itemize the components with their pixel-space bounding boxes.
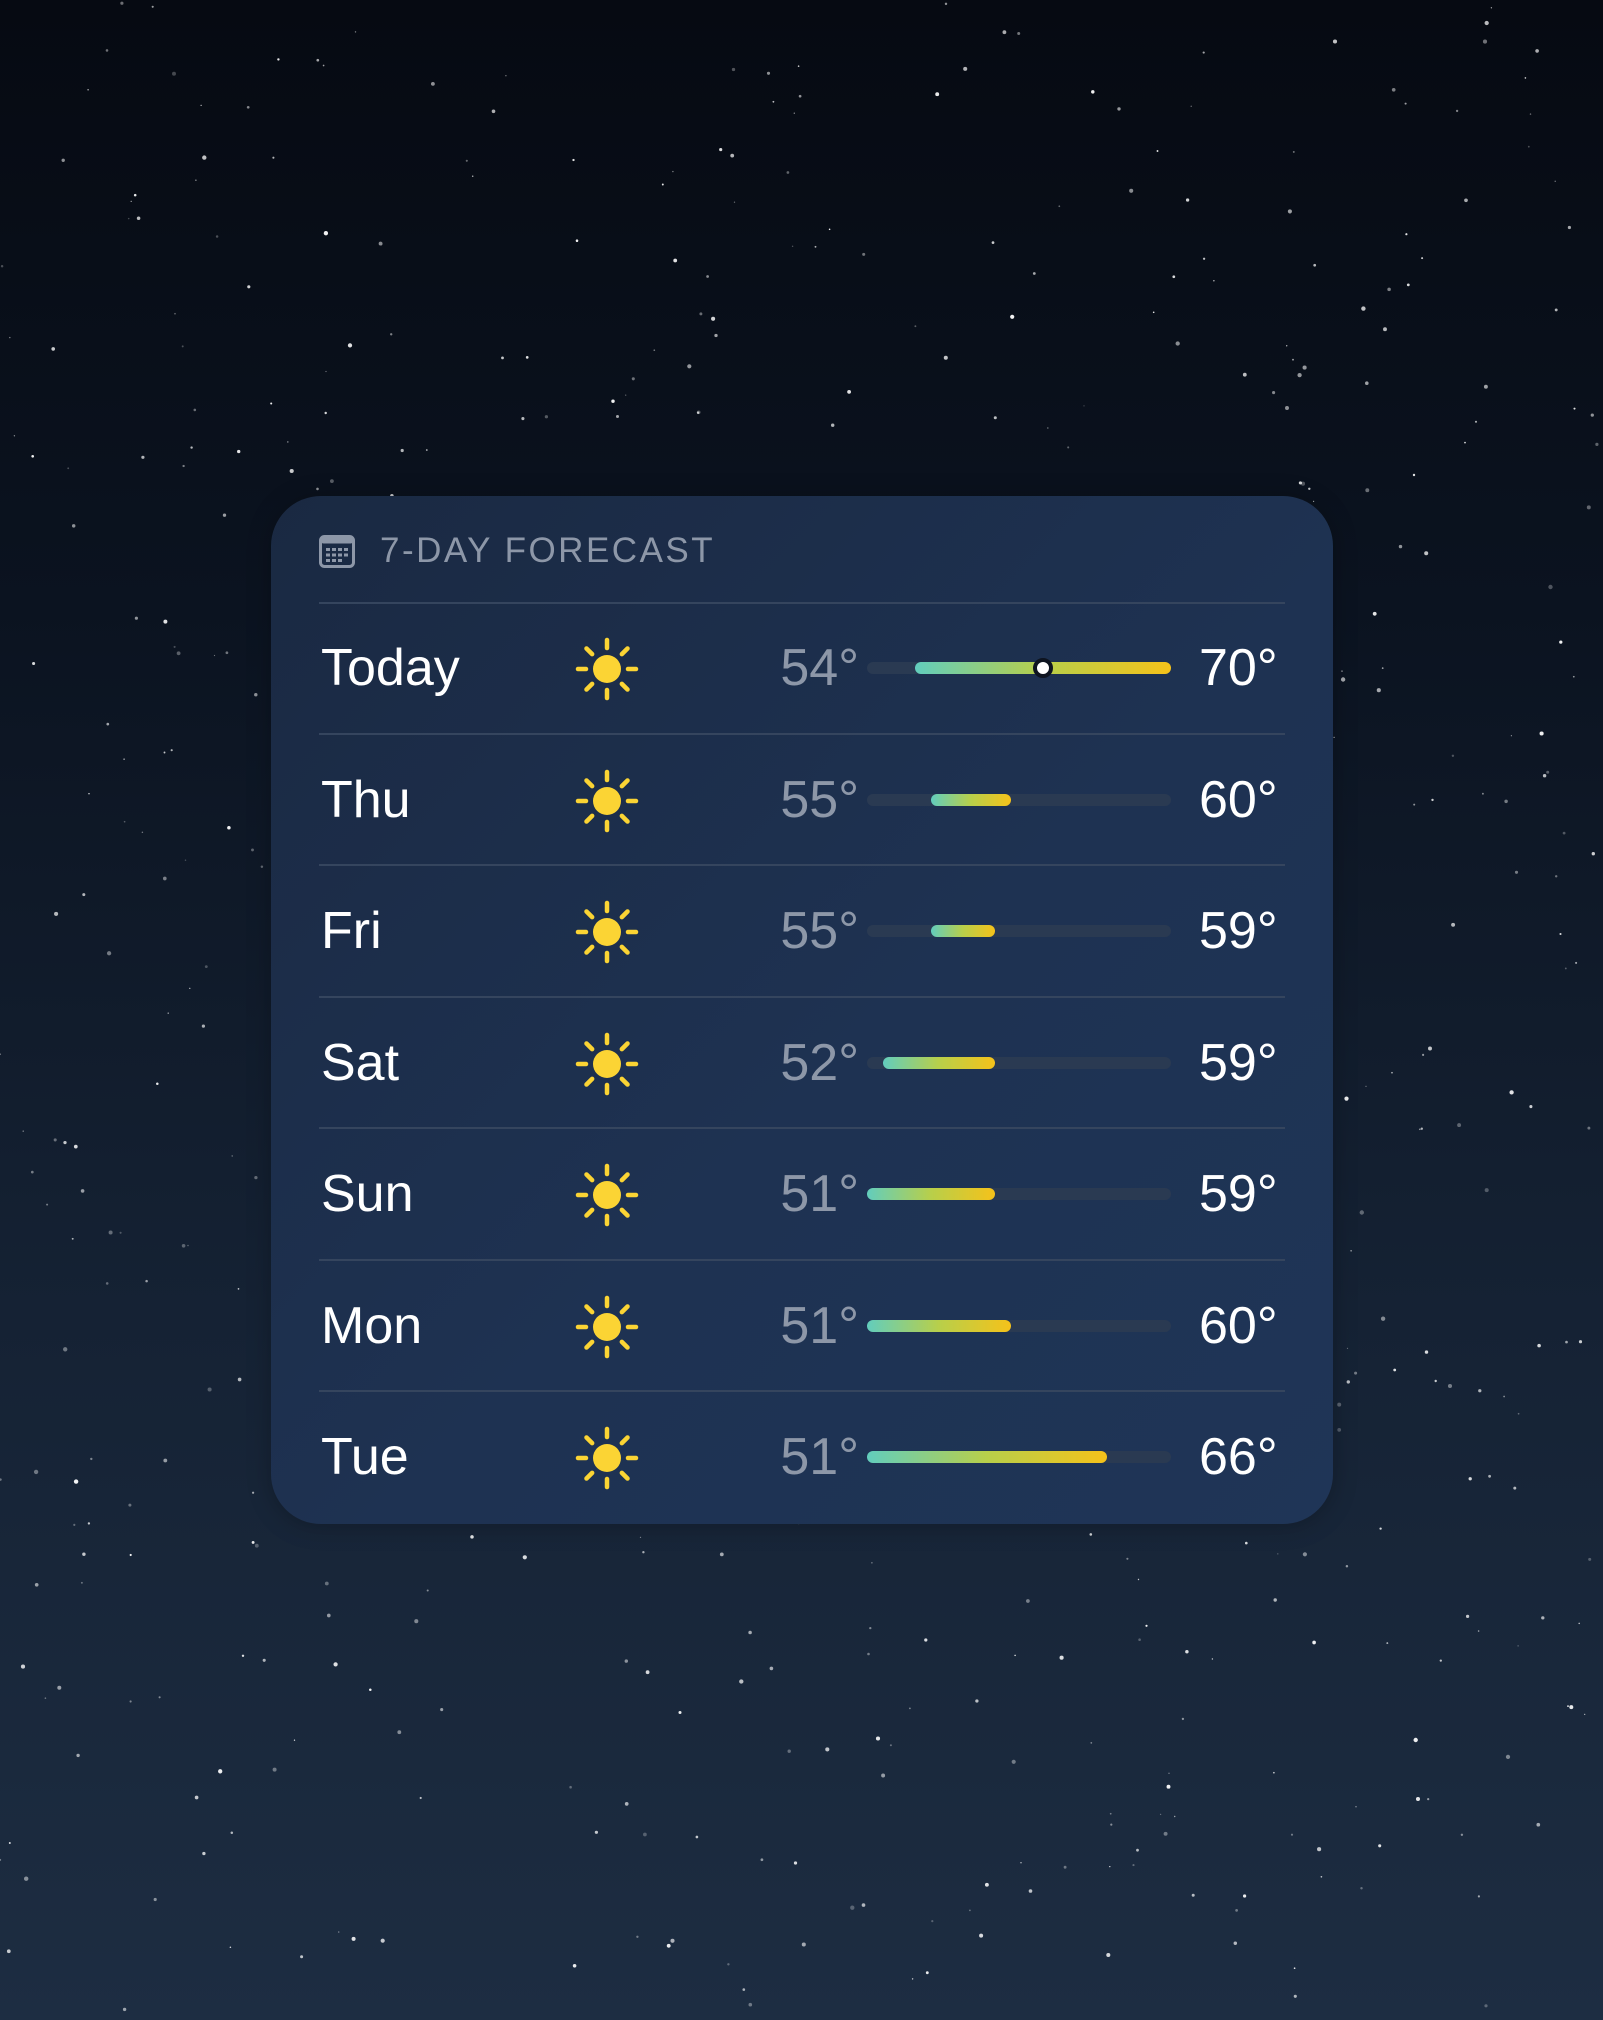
day-label: Mon: [321, 1296, 423, 1355]
temperature-range-fill: [931, 793, 1011, 806]
high-temp: 70°: [1199, 639, 1278, 697]
current-temperature-marker: [1033, 658, 1053, 678]
forecast-row-today[interactable]: Today 54° 70°: [271, 603, 1333, 735]
high-temp: 60°: [1199, 1296, 1278, 1355]
low-temp: 51°: [780, 1428, 859, 1486]
low-temp: 55°: [780, 770, 859, 829]
temperature-range-bar: [867, 925, 1171, 937]
seven-day-forecast-card: 7-DAY FORECAST Today 54° 70° Thu 55° 60°: [271, 496, 1333, 1524]
high-temp: 66°: [1199, 1428, 1278, 1486]
temperature-range-fill: [867, 1188, 995, 1200]
temperature-range-fill: [867, 1319, 1011, 1332]
day-label: Today: [321, 639, 460, 697]
high-temp: 59°: [1199, 1165, 1278, 1223]
temperature-range-fill: [883, 1056, 995, 1069]
low-temp: 55°: [780, 902, 859, 960]
low-temp: 52°: [780, 1033, 859, 1092]
temperature-range-bar: [867, 793, 1171, 806]
sun-icon: [575, 1295, 639, 1358]
temperature-range-bar: [867, 1188, 1171, 1200]
sun-icon: [575, 900, 639, 964]
day-label: Fri: [321, 902, 382, 960]
high-temp: 60°: [1199, 770, 1278, 829]
forecast-header: 7-DAY FORECAST: [319, 526, 715, 576]
temperature-range-bar: [867, 1319, 1171, 1332]
forecast-row-sun[interactable]: Sun 51° 59°: [271, 1129, 1333, 1261]
sun-icon: [575, 769, 639, 832]
forecast-row-mon[interactable]: Mon 51° 60°: [271, 1261, 1333, 1392]
temperature-range-bar: [867, 658, 1171, 678]
day-label: Tue: [321, 1428, 409, 1486]
sun-icon: [575, 1163, 639, 1227]
temperature-range-fill: [867, 1451, 1107, 1463]
sun-icon: [575, 637, 639, 701]
calendar-icon: [319, 535, 355, 568]
temperature-range-fill: [931, 925, 995, 937]
forecast-row-tue[interactable]: Tue 51° 66°: [271, 1392, 1333, 1524]
high-temp: 59°: [1199, 1033, 1278, 1092]
forecast-row-sat[interactable]: Sat 52° 59°: [271, 998, 1333, 1129]
day-label: Thu: [321, 770, 411, 829]
forecast-row-thu[interactable]: Thu 55° 60°: [271, 735, 1333, 866]
sun-icon: [575, 1032, 639, 1095]
day-label: Sun: [321, 1165, 414, 1223]
sun-icon: [575, 1426, 639, 1490]
temperature-range-bar: [867, 1056, 1171, 1069]
high-temp: 59°: [1199, 902, 1278, 960]
day-label: Sat: [321, 1033, 400, 1092]
low-temp: 54°: [780, 639, 859, 697]
forecast-title: 7-DAY FORECAST: [380, 531, 716, 570]
forecast-row-fri[interactable]: Fri 55° 59°: [271, 866, 1333, 998]
low-temp: 51°: [780, 1165, 859, 1223]
forecast-rows: Today 54° 70° Thu 55° 60° Fri 55° 59° Sa…: [271, 603, 1333, 1524]
low-temp: 51°: [780, 1296, 859, 1355]
temperature-range-bar: [867, 1451, 1171, 1463]
